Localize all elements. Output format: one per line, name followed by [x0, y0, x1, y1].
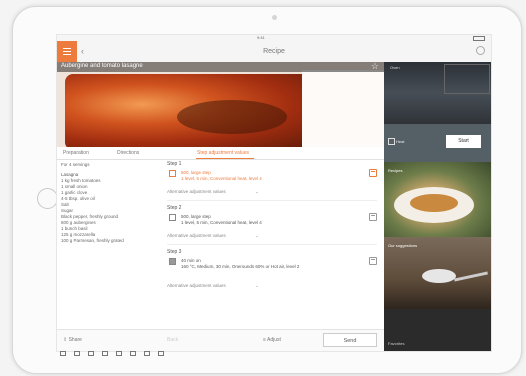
- ingredients-list: For 4 servings Lasagna 1 kg fresh tomato…: [61, 162, 161, 244]
- favorites-label: Favorites: [388, 341, 405, 346]
- step-text: 500, large step 1 level, 5 min, Conventi…: [181, 214, 351, 225]
- alt-adjustment-link[interactable]: Alternative adjustment values ⌄: [167, 233, 357, 238]
- dish-background: [302, 70, 384, 147]
- calendar-icon[interactable]: [369, 169, 377, 177]
- hero-image: Aubergine and tomato lasagne ☆: [57, 62, 384, 147]
- step-detail: 160 °C, Medium, 30 min, Onerounds 60% or…: [181, 263, 300, 269]
- tab-bar: Preparation Directions Step adjustment v…: [57, 147, 384, 160]
- share-label: Share: [68, 337, 82, 343]
- step-text: 40 min on 160 °C, Medium, 30 min, Onerou…: [181, 258, 351, 269]
- step-label: Step 3: [167, 249, 182, 255]
- spoon-image: [422, 269, 456, 283]
- alt-adjustment-label: Alternative adjustment values: [167, 189, 226, 194]
- step-item[interactable]: Step 3 40 min on 160 °C, Medium, 30 min,…: [167, 249, 377, 288]
- star-icon[interactable]: ☆: [371, 62, 379, 72]
- oven-control-tile: Heat Start: [384, 124, 491, 162]
- app-bar: ‹ Recipe: [57, 41, 491, 63]
- alt-adjustment-label: Alternative adjustment values: [167, 283, 226, 288]
- step-divider: [167, 200, 377, 201]
- step-checkbox-icon[interactable]: [169, 170, 176, 177]
- favorites-tile[interactable]: Favorites: [384, 309, 491, 351]
- step-label: Step 2: [167, 205, 182, 211]
- step-item[interactable]: Step 2 500, large step 1 level, 5 min, C…: [167, 205, 377, 245]
- calendar-icon[interactable]: [369, 257, 377, 265]
- alt-adjustment-link[interactable]: Alternative adjustment values ⌄: [167, 283, 357, 288]
- step-label: Step 1: [167, 161, 182, 167]
- step-divider: [167, 244, 377, 245]
- active-tab-indicator: [196, 158, 254, 159]
- right-panel: Oven Heat Start Recipes Our suggestions …: [384, 62, 491, 351]
- basket-icon[interactable]: [130, 351, 136, 356]
- hero-caption: Aubergine and tomato lasagne ☆: [57, 62, 384, 72]
- page-title: Recipe: [263, 48, 285, 55]
- suggestions-tile[interactable]: Our suggestions: [384, 237, 491, 309]
- home-button[interactable]: [37, 188, 58, 209]
- list-icon[interactable]: [74, 351, 80, 356]
- step-detail: 1 level, 5 min, Conventional heat, level…: [181, 175, 262, 181]
- calendar-icon[interactable]: [369, 213, 377, 221]
- info-icon[interactable]: [144, 351, 150, 356]
- oven-image: [444, 64, 490, 94]
- tab-preparation[interactable]: Preparation: [63, 150, 89, 156]
- step-text: 500, large step 1 level, 5 min, Conventi…: [181, 170, 351, 181]
- step-detail: 1 level, 5 min, Conventional heat, level…: [181, 219, 262, 225]
- ingredient-item: 100 g Parmesan, freshly grated: [61, 238, 124, 243]
- chevron-down-icon: ⌄: [255, 283, 259, 288]
- alt-adjustment-label: Alternative adjustment values: [167, 233, 226, 238]
- oven-tile[interactable]: Oven: [384, 62, 491, 124]
- timer-icon[interactable]: [102, 351, 108, 356]
- heat-icon: [388, 138, 395, 145]
- book-icon[interactable]: [116, 351, 122, 356]
- recipe-title: Aubergine and tomato lasagne: [61, 63, 143, 69]
- back-step-button[interactable]: Back: [167, 337, 178, 343]
- tab-step-adjustment[interactable]: Step adjustment values: [197, 150, 249, 156]
- bottom-toolbar: ⇪ Share Back ≡ Adjust Send: [57, 329, 384, 351]
- start-button[interactable]: Start: [446, 135, 481, 148]
- device-toolbar: [56, 350, 196, 358]
- adjust-label: Adjust: [267, 337, 281, 343]
- gear-icon[interactable]: [476, 46, 485, 55]
- adjust-button[interactable]: ≡ Adjust: [263, 337, 281, 343]
- recipes-tile[interactable]: Recipes: [384, 162, 491, 237]
- edit-icon[interactable]: [88, 351, 94, 356]
- grid-icon[interactable]: [60, 351, 66, 356]
- tab-directions[interactable]: Directions: [117, 150, 139, 156]
- share-button[interactable]: ⇪ Share: [63, 337, 82, 343]
- alt-adjustment-link[interactable]: Alternative adjustment values ⌄: [167, 189, 357, 194]
- send-button[interactable]: Send: [323, 333, 377, 347]
- camera-dot: [272, 15, 277, 20]
- heat-label: Heat: [396, 139, 405, 144]
- status-time: 9:41: [257, 35, 265, 40]
- settings-icon[interactable]: [158, 351, 164, 356]
- chevron-down-icon: ⌄: [255, 189, 259, 194]
- recipes-label: Recipes: [388, 168, 403, 173]
- dish-shadow: [177, 100, 287, 134]
- oven-label: Oven: [390, 65, 400, 70]
- spoon-handle: [454, 271, 488, 282]
- chevron-down-icon: ⌄: [255, 233, 259, 238]
- step-checkbox-icon[interactable]: [169, 214, 176, 221]
- servings-text: For 4 servings: [61, 162, 90, 167]
- step-item[interactable]: Step 1 500, large step 1 level, 5 min, C…: [167, 161, 377, 201]
- suggestions-label: Our suggestions: [388, 243, 418, 248]
- step-checkbox-icon[interactable]: [169, 258, 176, 265]
- food-image: [410, 194, 458, 212]
- app-screen: 9:41 ‹ Recipe Aubergine and tomato lasag…: [56, 34, 492, 352]
